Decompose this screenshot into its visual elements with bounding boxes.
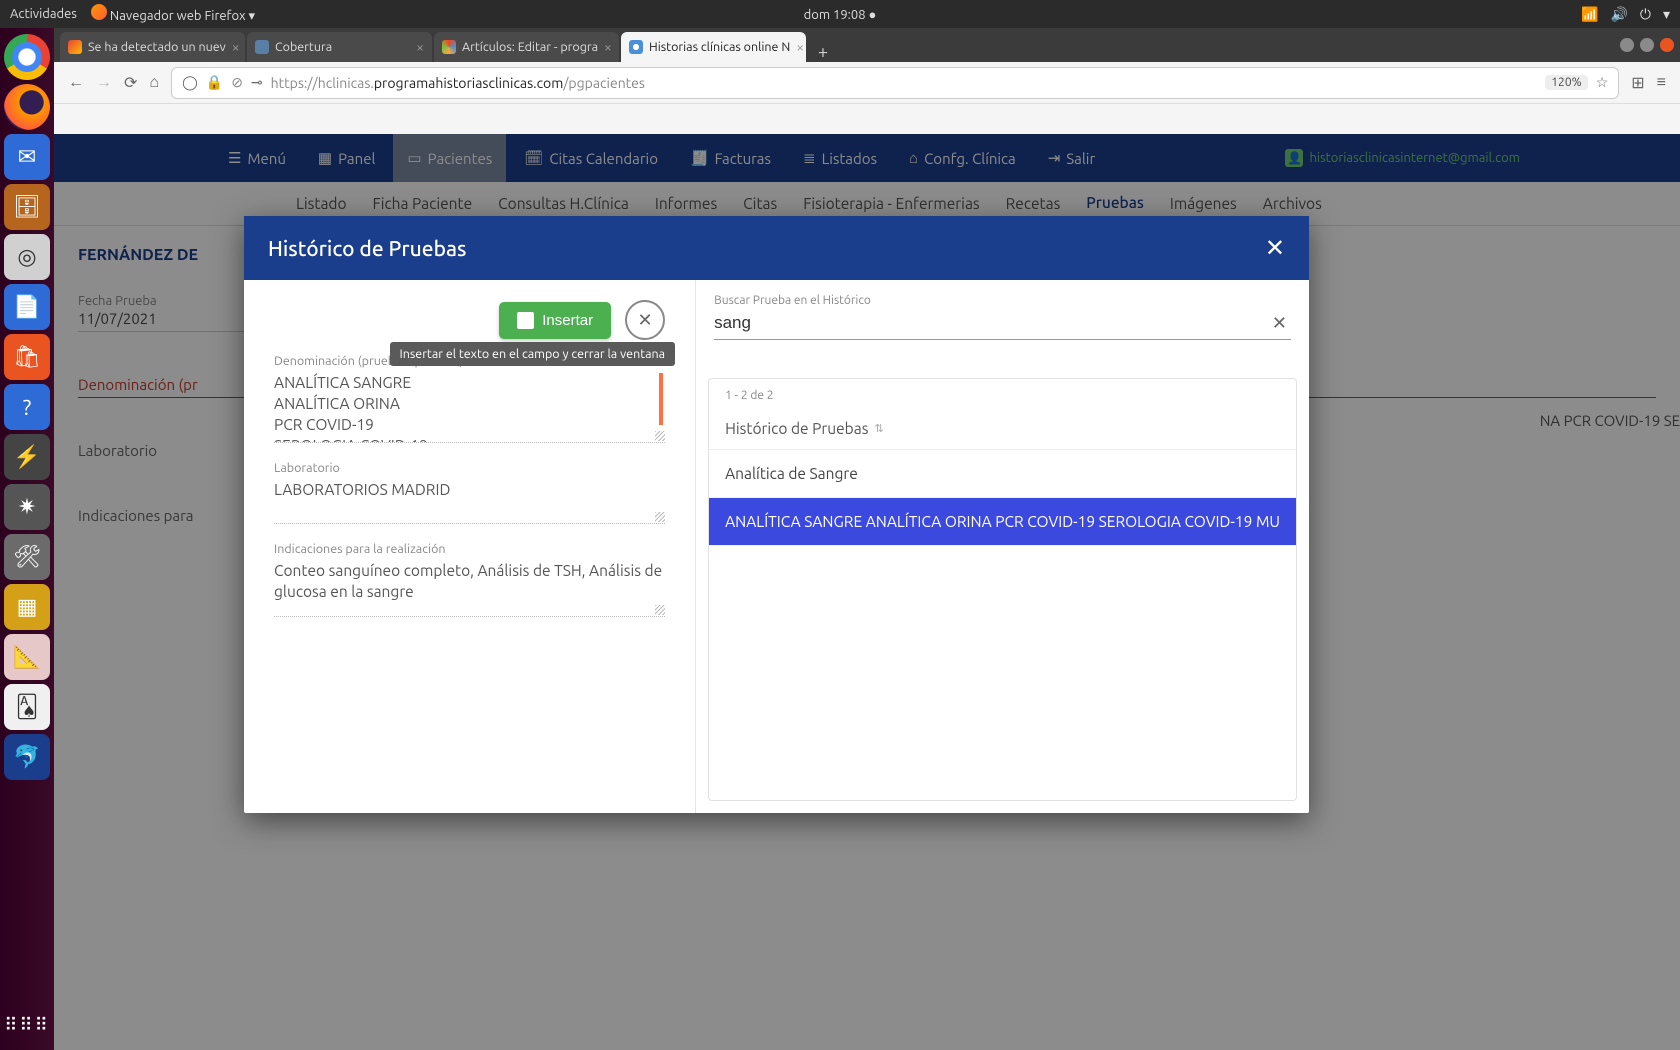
lab-label: Laboratorio: [274, 461, 665, 475]
back-icon[interactable]: ←: [68, 73, 84, 92]
tab-strip: Se ha detectado un nuev× Cobertura× Artí…: [54, 28, 1680, 62]
lock-icon[interactable]: 🔒: [206, 74, 223, 91]
modal-right-pane: Buscar Prueba en el Histórico ✕ 1 - 2 de…: [695, 280, 1309, 813]
denom-textarea[interactable]: ANALÍTICA SANGRE ANALÍTICA ORINA PCR COV…: [274, 371, 665, 443]
modal-header: Histórico de Pruebas ✕: [244, 216, 1309, 280]
modal-left-pane: Insertar ✕ Insertar el texto en el campo…: [244, 280, 695, 813]
close-icon[interactable]: ×: [232, 39, 240, 55]
new-tab-button[interactable]: +: [808, 42, 838, 62]
results-header[interactable]: Histórico de Pruebas⇅: [709, 408, 1296, 450]
caret-down-icon[interactable]: ▾: [1663, 6, 1670, 23]
tab-cobertura[interactable]: Cobertura×: [247, 32, 432, 62]
scroll-indicator[interactable]: [659, 373, 663, 425]
firefox-icon: [91, 4, 107, 20]
window-minimize[interactable]: [1620, 38, 1634, 52]
pocket-icon[interactable]: ⊞: [1631, 73, 1644, 92]
dock-show-apps[interactable]: ⠿⠿⠿: [4, 1015, 50, 1036]
insert-tooltip: Insertar el texto en el campo y cerrar l…: [390, 342, 676, 366]
volume-icon[interactable]: 🔊: [1610, 6, 1627, 23]
close-icon[interactable]: ×: [416, 39, 424, 55]
joomla-icon: [442, 40, 456, 54]
dock: ✉ 🗄 ◎ 📄 🛍 ? ⚡ ✷ 🛠 ▦ 📐 🂡 🐬 ⠿⠿⠿: [0, 28, 54, 1050]
close-icon[interactable]: ×: [604, 39, 612, 55]
dock-chrome[interactable]: [4, 34, 50, 80]
results-card: 1 - 2 de 2 Histórico de Pruebas⇅ Analíti…: [708, 378, 1297, 801]
resize-grip-icon[interactable]: [655, 512, 665, 522]
dock-mines[interactable]: ✷: [4, 484, 50, 530]
power-icon[interactable]: ⏻: [1640, 6, 1651, 23]
sort-icon[interactable]: ⇅: [874, 422, 883, 435]
dock-firefox[interactable]: [4, 84, 50, 130]
dock-mail[interactable]: ✉: [4, 134, 50, 180]
modal-close-button[interactable]: ✕: [1265, 234, 1285, 262]
home-icon[interactable]: ⌂: [149, 73, 159, 92]
modal-title: Histórico de Pruebas: [268, 236, 467, 260]
url-field[interactable]: ◯ 🔒 ⊘ ⊸ https://hclinicas.programahistor…: [171, 67, 1619, 99]
result-row-1[interactable]: ANALÍTICA SANGRE ANALÍTICA ORINA PCR COV…: [709, 498, 1296, 546]
save-icon: [517, 312, 534, 329]
dock-gold[interactable]: ▦: [4, 584, 50, 630]
close-icon[interactable]: ×: [796, 39, 804, 55]
browser-window: Se ha detectado un nuev× Cobertura× Artí…: [54, 28, 1680, 1050]
dock-files[interactable]: 🗄: [4, 184, 50, 230]
dock-tool1[interactable]: ⚡: [4, 434, 50, 480]
cancel-button[interactable]: ✕: [625, 300, 665, 340]
page-content: ☰ Menú ▦ Panel ▭ Pacientes 🗓 Citas Calen…: [54, 134, 1680, 1050]
search-label: Buscar Prueba en el Histórico: [714, 294, 1291, 307]
gmail-icon: [68, 40, 82, 54]
dock-cards[interactable]: 🂡: [4, 684, 50, 730]
key-icon[interactable]: ⊸: [251, 74, 263, 91]
dock-settings[interactable]: 🛠: [4, 534, 50, 580]
bookmark-icon[interactable]: ☆: [1596, 74, 1609, 91]
insert-button[interactable]: Insertar: [499, 302, 611, 339]
modal-historico-pruebas: Histórico de Pruebas ✕ Insertar ✕ Insert…: [244, 216, 1309, 813]
dock-cal[interactable]: 📐: [4, 634, 50, 680]
address-bar: ← → ⟳ ⌂ ◯ 🔒 ⊘ ⊸ https://hclinicas.progra…: [54, 62, 1680, 104]
clock[interactable]: dom 19:08 ●: [804, 7, 877, 22]
reload-icon[interactable]: ⟳: [124, 73, 137, 92]
tab-joomla[interactable]: Artículos: Editar - progra×: [434, 32, 619, 62]
resize-grip-icon[interactable]: [655, 431, 665, 441]
lab-textarea[interactable]: LABORATORIOS MADRID: [274, 478, 665, 524]
favicon-icon: [255, 40, 269, 54]
shield-icon[interactable]: ◯: [182, 74, 198, 91]
search-input[interactable]: [714, 307, 1268, 339]
dock-help[interactable]: ?: [4, 384, 50, 430]
result-row-0[interactable]: Analítica de Sangre: [709, 450, 1296, 498]
dock-mysql[interactable]: 🐬: [4, 734, 50, 780]
zoom-chip[interactable]: 120%: [1545, 75, 1587, 90]
clear-search-button[interactable]: ✕: [1268, 309, 1291, 338]
tab-hclinicas[interactable]: Historias clínicas online N×: [621, 32, 806, 62]
dock-software[interactable]: 🛍: [4, 334, 50, 380]
result-count: 1 - 2 de 2: [709, 379, 1296, 408]
window-maximize[interactable]: [1640, 38, 1654, 52]
wifi-icon[interactable]: 📶: [1581, 6, 1598, 23]
url-text: https://hclinicas.programahistoriasclini…: [271, 75, 1538, 91]
os-top-panel: Actividades Navegador web Firefox ▾ dom …: [0, 0, 1680, 28]
menu-icon[interactable]: ≡: [1657, 73, 1666, 92]
resize-grip-icon[interactable]: [655, 605, 665, 615]
active-app[interactable]: Navegador web Firefox ▾: [91, 4, 255, 24]
dock-writer[interactable]: 📄: [4, 284, 50, 330]
perm-icon[interactable]: ⊘: [231, 74, 243, 91]
window-close[interactable]: [1660, 38, 1674, 52]
forward-icon[interactable]: →: [96, 73, 112, 92]
ind-textarea[interactable]: Conteo sanguíneo completo, Análisis de T…: [274, 559, 665, 617]
hc-icon: [629, 40, 643, 54]
ind-label: Indicaciones para la realización: [274, 542, 665, 556]
tab-gmail[interactable]: Se ha detectado un nuev×: [60, 32, 245, 62]
activities-button[interactable]: Actividades: [10, 7, 77, 21]
dock-disks[interactable]: ◎: [4, 234, 50, 280]
